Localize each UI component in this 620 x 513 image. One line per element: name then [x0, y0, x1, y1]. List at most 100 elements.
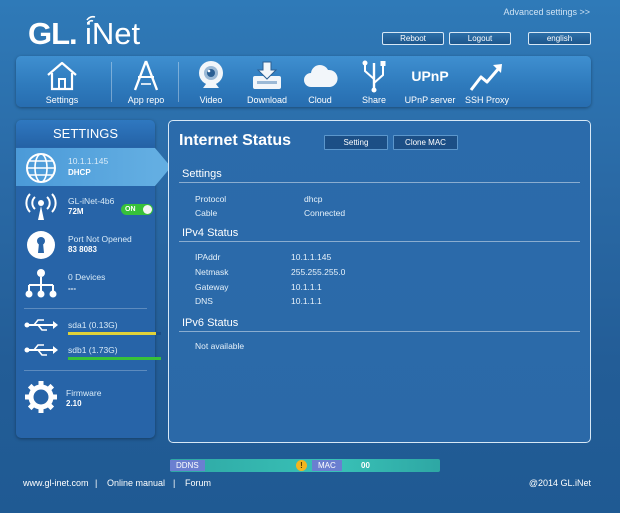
cable-key: Cable: [195, 208, 218, 218]
ipv6-value: Not available: [195, 341, 245, 351]
clients-count: 0 Devices: [68, 272, 106, 282]
nav-share[interactable]: Share: [350, 56, 398, 107]
nav-download-label: Download: [246, 95, 288, 105]
upnp-icon: UPnP: [411, 68, 448, 84]
globe-icon: [26, 153, 56, 183]
nav-settings[interactable]: Settings: [16, 56, 108, 107]
internet-ip: 10.1.1.145: [68, 156, 109, 166]
gateway-key: Gateway: [195, 282, 229, 292]
upnp-glyph-text: UPnP: [411, 68, 448, 84]
sda1-usage-fill: [68, 332, 157, 335]
download-icon: [253, 61, 281, 89]
main-nav: Settings App repo Video Download Cloud S…: [16, 56, 591, 107]
footer-copyright: @2014 GL.iNet: [528, 478, 591, 488]
language-select[interactable]: english: [528, 32, 591, 45]
nav-download[interactable]: Download: [239, 56, 295, 107]
footer-separator: |: [173, 478, 176, 488]
toggle-knob: [143, 205, 152, 214]
svg-text:GL.: GL.: [28, 16, 77, 50]
ipv4-heading: IPv4 Status: [182, 227, 239, 239]
internet-protocol: DHCP: [68, 168, 91, 177]
nav-divider: [111, 62, 112, 102]
sidebar-item-port[interactable]: Port Not Opened 83 8083: [16, 226, 155, 264]
keyhole-icon: [27, 231, 55, 259]
wifi-ssid: GL-iNet-4b6: [68, 196, 115, 206]
wifi-toggle[interactable]: ON: [121, 204, 153, 215]
svg-text:iNet: iNet: [85, 16, 141, 50]
nav-ssh-proxy-label: SSH Proxy: [464, 95, 509, 105]
nav-ssh-proxy[interactable]: SSH Proxy: [462, 56, 512, 107]
nav-app-repo[interactable]: App repo: [114, 56, 178, 107]
protocol-value: dhcp: [304, 194, 323, 204]
usb-icon: [24, 344, 58, 356]
sidebar-item-internet[interactable]: 10.1.1.145 DHCP: [16, 148, 171, 186]
sidebar-title: SETTINGS: [16, 120, 155, 147]
dns-key: DNS: [195, 296, 213, 306]
gear-icon: [25, 381, 57, 413]
footer-manual-link[interactable]: Online manual: [107, 478, 165, 488]
port-status: Port Not Opened: [68, 234, 132, 244]
gl-inet-logo: GL. iNet: [28, 14, 158, 51]
wifi-antenna-icon: [25, 193, 57, 220]
status-bar: DDNS ! MAC 00: [170, 459, 440, 472]
ipaddr-key: IPAddr: [195, 252, 221, 262]
nav-upnp-label: UPnP server: [404, 95, 456, 105]
wifi-toggle-label: ON: [125, 206, 136, 213]
gateway-value: 10.1.1.1: [291, 282, 322, 292]
sidebar-item-clients[interactable]: 0 Devices ---: [16, 264, 155, 304]
netmask-key: Netmask: [195, 267, 229, 277]
ssh-proxy-icon: [469, 64, 502, 91]
usb-icon: [24, 319, 58, 331]
wifi-speed: 72M: [68, 207, 84, 216]
ipv6-heading: IPv6 Status: [182, 317, 239, 329]
section-divider: [179, 241, 580, 242]
nav-share-label: Share: [361, 95, 387, 105]
footer-site-link[interactable]: www.gl-inet.com: [23, 478, 89, 488]
reboot-button[interactable]: Reboot: [382, 32, 444, 45]
cable-value: Connected: [304, 208, 346, 218]
internet-status-panel: Internet Status Setting Clone MAC Settin…: [168, 120, 591, 443]
footer-forum-link[interactable]: Forum: [185, 478, 211, 488]
logout-button[interactable]: Logout: [449, 32, 511, 45]
nav-upnp[interactable]: UPnP UPnP server: [398, 56, 462, 107]
clone-mac-button[interactable]: Clone MAC: [393, 135, 458, 150]
page-title: Internet Status: [179, 132, 292, 149]
mac-value: 00: [361, 461, 370, 470]
sidebar-divider: [24, 370, 147, 371]
app-repo-icon: [133, 60, 159, 91]
nav-settings-label: Settings: [45, 95, 79, 105]
section-divider: [179, 331, 580, 332]
settings-heading: Settings: [182, 168, 222, 180]
sidebar-item-sda1[interactable]: sda1 (0.13G): [16, 315, 161, 337]
port-numbers: 83 8083: [68, 245, 97, 254]
nav-app-repo-label: App repo: [127, 95, 165, 105]
sidebar-divider: [24, 308, 147, 309]
protocol-key: Protocol: [195, 194, 227, 204]
cloud-icon: [304, 65, 338, 87]
clients-detail: ---: [68, 284, 76, 293]
advanced-settings-link[interactable]: Advanced settings >>: [503, 7, 590, 17]
nav-cloud[interactable]: Cloud: [296, 56, 344, 107]
nav-video[interactable]: Video: [180, 56, 242, 107]
nav-divider: [178, 62, 179, 102]
sda1-label: sda1 (0.13G): [68, 320, 118, 330]
sdb1-label: sdb1 (1.73G): [68, 345, 118, 355]
ddns-badge[interactable]: DDNS: [170, 460, 205, 471]
netmask-value: 255.255.255.0: [291, 267, 346, 277]
ipaddr-value: 10.1.1.145: [291, 252, 332, 262]
house-icon: [47, 61, 77, 91]
sidebar-item-wifi[interactable]: GL-iNet-4b6 72M ON: [16, 188, 155, 226]
sidebar-item-firmware[interactable]: Firmware 2.10: [16, 378, 155, 418]
sda1-usage-bar: [68, 332, 161, 335]
sidebar-item-sdb1[interactable]: sdb1 (1.73G): [16, 340, 161, 362]
footer-separator: |: [95, 478, 98, 488]
nav-cloud-label: Cloud: [308, 95, 332, 105]
mac-badge[interactable]: MAC: [312, 460, 342, 471]
nav-video-label: Video: [199, 95, 223, 105]
setting-button[interactable]: Setting: [324, 135, 388, 150]
settings-sidebar: SETTINGS 10.1.1.145 DHCP GL-iNet-4b6 72M…: [16, 120, 171, 438]
sdb1-usage-bar: [68, 357, 161, 360]
firmware-version: 2.10: [66, 399, 82, 408]
section-divider: [179, 182, 580, 183]
network-tree-icon: [25, 269, 57, 298]
